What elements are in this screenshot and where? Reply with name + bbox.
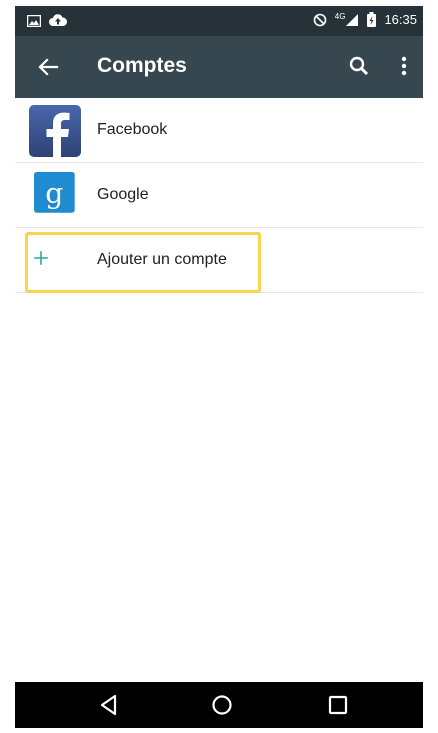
nav-back-icon[interactable] [96, 692, 122, 718]
app-toolbar: Comptes [15, 36, 423, 98]
status-time: 16:35 [384, 12, 417, 27]
phone-screen: 4G 16:35 Comptes Facebook g Google Ajout… [15, 6, 423, 728]
status-left-icons [27, 14, 67, 27]
account-row-facebook[interactable]: Facebook [15, 98, 423, 163]
add-account-row[interactable]: Ajouter un compte [15, 228, 423, 293]
do-not-disturb-icon [313, 13, 327, 26]
nav-home-icon[interactable] [209, 692, 235, 718]
plus-icon [34, 251, 48, 265]
battery-charging-icon [367, 12, 377, 27]
signal-icon [346, 13, 359, 26]
page-title: Comptes [97, 54, 187, 77]
navigation-bar [15, 682, 423, 728]
search-icon[interactable] [347, 54, 371, 78]
account-label-facebook: Facebook [97, 121, 168, 138]
facebook-icon [29, 105, 81, 157]
accounts-list: Facebook g Google Ajouter un compte [15, 98, 423, 293]
nav-recents-icon[interactable] [325, 692, 351, 718]
status-bar: 4G 16:35 [15, 6, 423, 36]
google-icon: g [34, 172, 75, 213]
more-options-icon[interactable] [397, 54, 411, 78]
add-account-label: Ajouter un compte [97, 251, 227, 268]
image-notification-icon [27, 14, 41, 27]
status-right-icons: 4G 16:35 [313, 12, 417, 27]
back-arrow-icon[interactable] [35, 54, 61, 80]
svg-text:g: g [45, 177, 63, 210]
cloud-upload-icon [49, 14, 67, 26]
account-row-google[interactable]: g Google [15, 163, 423, 228]
account-label-google: Google [97, 186, 149, 203]
